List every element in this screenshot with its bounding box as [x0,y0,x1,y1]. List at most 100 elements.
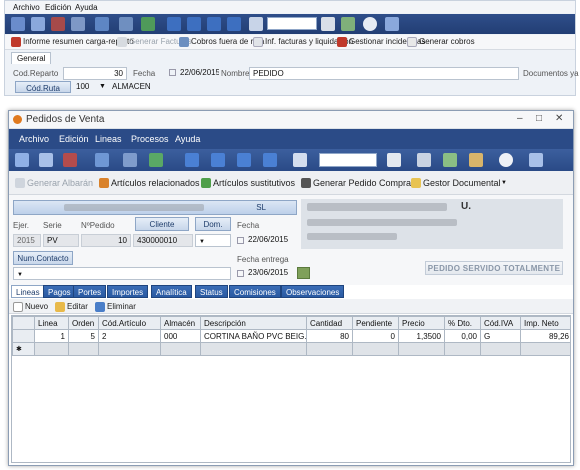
generar-albaran-button[interactable]: Generar Albarán [13,176,97,190]
col-precio[interactable]: Precio [398,316,445,330]
new-row-cell[interactable] [98,342,161,356]
cod-ruta-button[interactable]: Cód.Ruta [15,81,71,93]
num-contacto-button[interactable]: Num.Contacto [13,251,73,265]
toolbar-search-field[interactable] [319,153,377,167]
prev-icon[interactable] [187,17,201,31]
cell-pendiente[interactable]: 0 [352,329,399,343]
cell-cod-iva[interactable]: G [480,329,521,343]
bg-toolbar-search-field[interactable] [267,17,317,30]
new-row-cell[interactable] [520,342,570,356]
articulos-relacionados-button[interactable]: Artículos relacionados [97,176,204,190]
tab-comisiones[interactable]: Comisiones [229,285,281,298]
col-dto[interactable]: % Dto. [444,316,481,330]
new-row-cell[interactable] [34,342,69,356]
cell-descripcion[interactable]: CORTINA BAÑO PVC BEIG... [200,329,307,343]
tab-importes[interactable]: Importes [107,285,149,298]
delete-icon[interactable] [51,17,65,31]
table-row[interactable]: 1 5 2 000 CORTINA BAÑO PVC BEIG... 80 0 … [12,329,570,343]
num-contacto-select[interactable]: ▼ [13,267,231,280]
users-icon[interactable] [341,17,355,31]
col-descripcion[interactable]: Descripción [200,316,307,330]
menu-lineas[interactable]: Lineas [95,134,122,144]
cell-cantidad[interactable]: 80 [306,329,353,343]
col-imp-neto[interactable]: Imp. Neto [520,316,570,330]
bg-fecha-field[interactable]: 22/06/2015 [177,67,219,80]
fecha-calendar-icon[interactable] [237,237,244,244]
next-icon[interactable] [207,17,221,31]
col-orden[interactable]: Orden [68,316,99,330]
cell-linea[interactable]: 1 [34,329,69,343]
col-cod-iva[interactable]: Cód.IVA [480,316,521,330]
exit-icon[interactable] [385,17,399,31]
bg-tab-general[interactable]: General [11,52,52,64]
fecha-entrega-calendar-icon[interactable] [237,270,244,277]
bg-menu-edicion[interactable]: Edición [45,3,71,12]
exit-icon[interactable] [529,153,543,167]
delete-icon[interactable] [63,153,77,167]
cell-imp-neto[interactable]: 89,26 [520,329,570,343]
tab-status[interactable]: Status [195,285,228,298]
cell-cod-articulo[interactable]: 2 [98,329,161,343]
fecha-field[interactable]: 22/06/2015 [245,234,291,247]
cod-reparto-field[interactable]: 30 [63,67,127,80]
refresh-icon[interactable] [95,17,109,31]
mail-icon[interactable] [249,17,263,31]
refresh-icon[interactable] [95,153,109,167]
menu-ayuda[interactable]: Ayuda [175,134,200,144]
menu-archivo[interactable]: Archivo [19,134,49,144]
new-row[interactable]: ✱ [12,342,570,356]
calendar-picker-icon[interactable] [297,267,310,279]
search-icon[interactable] [321,17,335,31]
col-linea[interactable]: Linea [34,316,69,330]
col-cantidad[interactable]: Cantidad [306,316,353,330]
bg-menu-ayuda[interactable]: Ayuda [75,3,98,12]
prev-icon[interactable] [211,153,225,167]
gestor-dropdown-icon[interactable]: ▼ [501,180,507,186]
tab-lineas[interactable]: Lineas [11,285,45,298]
minimize-icon[interactable]: – [517,113,523,124]
print-icon[interactable] [417,153,431,167]
articulos-sustitutivos-button[interactable]: Artículos sustitutivos [199,176,299,190]
new-icon[interactable] [11,17,25,31]
next-icon[interactable] [237,153,251,167]
menu-edicion[interactable]: Edición [59,134,89,144]
tab-observaciones[interactable]: Observaciones [281,285,345,298]
first-icon[interactable] [167,17,181,31]
save-icon[interactable] [31,17,45,31]
cod-ruta-field[interactable]: 100 [73,81,99,94]
new-icon[interactable] [15,153,29,167]
nuevo-button[interactable]: Nuevo [11,300,52,314]
last-icon[interactable] [227,17,241,31]
eliminar-button[interactable]: Eliminar [93,300,140,314]
col-almacen[interactable]: Almacén [160,316,201,330]
cliente-button[interactable]: Cliente [135,217,189,231]
save-icon[interactable] [39,153,53,167]
tab-portes[interactable]: Portes [73,285,107,298]
new-row-cell[interactable] [160,342,201,356]
generar-pedido-compra-button[interactable]: Generar Pedido Compra [299,176,415,190]
export-icon[interactable] [469,153,483,167]
tab-analitica[interactable]: Analítica [151,285,192,298]
calendar-icon[interactable] [169,69,176,76]
close-icon[interactable]: ✕ [555,113,563,124]
cell-almacen[interactable]: 000 [160,329,201,343]
last-icon[interactable] [263,153,277,167]
new-row-cell[interactable] [306,342,353,356]
fecha-entrega-field[interactable]: 23/06/2015 [245,267,291,280]
save-close-icon[interactable] [71,17,85,31]
menu-procesos[interactable]: Procesos [131,134,169,144]
filter-icon[interactable] [149,153,163,167]
new-row-cell[interactable] [444,342,481,356]
pedido-servido-button[interactable]: PEDIDO SERVIDO TOTALMENTE [425,261,563,275]
new-row-cell[interactable] [68,342,99,356]
new-row-cell[interactable] [200,342,307,356]
search-icon[interactable] [387,153,401,167]
nombre-field[interactable]: PEDIDO [249,67,519,80]
cell-precio[interactable]: 1,3500 [398,329,445,343]
chevron-down-icon[interactable]: ▼ [99,83,106,90]
maximize-icon[interactable]: □ [536,113,542,124]
help-icon[interactable] [363,17,377,31]
new-row-cell[interactable] [398,342,445,356]
cut-icon[interactable] [123,153,137,167]
new-row-cell[interactable] [480,342,521,356]
